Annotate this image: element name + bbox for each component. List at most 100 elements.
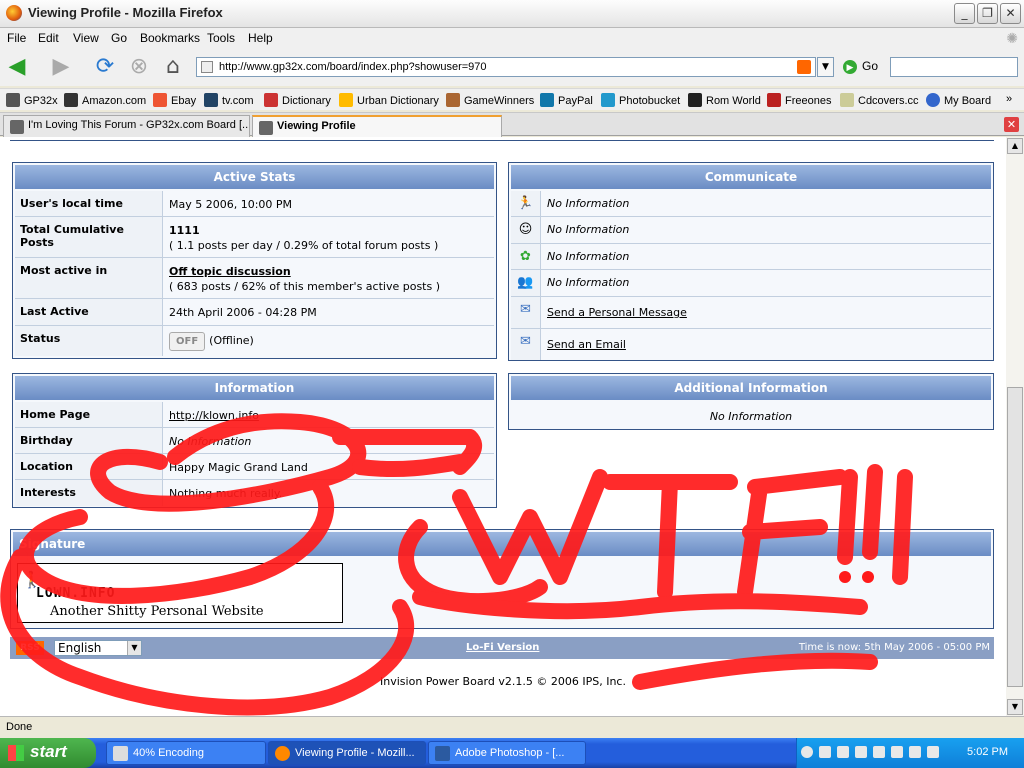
minimize-button[interactable]: _ xyxy=(954,3,975,24)
menu-edit[interactable]: Edit xyxy=(38,31,59,45)
bookmark-amazon[interactable]: Amazon.com xyxy=(64,93,146,107)
homepage-row: Home Page http://klown.info xyxy=(15,402,494,428)
bookmark-tvcom[interactable]: tv.com xyxy=(204,93,254,107)
bookmark-urban-dictionary[interactable]: Urban Dictionary xyxy=(339,93,439,107)
board-footer-bar: RSS English ▼ Lo-Fi Version Time is now: … xyxy=(10,637,994,659)
url-dropdown-button[interactable]: ▼ xyxy=(817,57,834,77)
time-now-text: Time is now: 5th May 2006 - 05:00 PM xyxy=(798,642,990,653)
bookmark-paypal[interactable]: PayPal xyxy=(540,93,593,107)
bookmarks-overflow-chevron-icon[interactable]: » xyxy=(1006,93,1012,105)
taskbar-photoshop[interactable]: Adobe Photoshop - [... xyxy=(428,741,586,765)
status-badge: OFF xyxy=(169,332,206,351)
location-row: Location Happy Magic Grand Land xyxy=(15,454,494,480)
additional-info-panel: Additional Information No Information xyxy=(508,373,994,430)
msn-icon: 👥 xyxy=(511,270,541,296)
tray-expand-icon[interactable] xyxy=(801,746,813,758)
language-select[interactable]: English ▼ xyxy=(54,640,142,656)
language-value: English xyxy=(58,641,102,655)
bookmark-cdcovers[interactable]: Cdcovers.cc xyxy=(840,93,919,107)
menu-file[interactable]: File xyxy=(7,31,26,45)
menu-go[interactable]: Go xyxy=(111,31,127,45)
status-label: Status xyxy=(15,326,163,356)
interests-label: Interests xyxy=(15,480,163,506)
page-content: Active Stats User's local time May 5 200… xyxy=(0,137,1006,716)
taskbar-firefox[interactable]: Viewing Profile - Mozill... xyxy=(268,741,426,765)
menu-bookmarks[interactable]: Bookmarks xyxy=(140,31,200,45)
tvcom-icon xyxy=(204,93,218,107)
aim-icon: 🏃 xyxy=(511,191,541,216)
send-email-link[interactable]: Send an Email xyxy=(547,338,626,351)
status-text: (Offline) xyxy=(209,334,254,347)
go-arrow-icon: ▶ xyxy=(843,60,857,74)
cdcovers-icon xyxy=(840,93,854,107)
close-tab-icon[interactable]: ✕ xyxy=(1004,117,1019,132)
freeones-icon xyxy=(767,93,781,107)
scroll-thumb[interactable] xyxy=(1007,387,1023,687)
birthday-value: No Information xyxy=(169,435,252,448)
back-icon[interactable]: ◀ xyxy=(4,55,30,79)
scroll-up-icon[interactable]: ▲ xyxy=(1007,138,1023,154)
msn-row: 👥 No Information xyxy=(511,270,991,297)
throbber-icon: ✺ xyxy=(1006,30,1018,46)
tray-volume-icon[interactable] xyxy=(837,746,849,758)
vertical-scrollbar[interactable]: ▲ ▼ xyxy=(1006,137,1024,716)
menu-help[interactable]: Help xyxy=(248,31,273,45)
icq-flower-icon: ✿ xyxy=(511,244,541,269)
local-time-value: May 5 2006, 10:00 PM xyxy=(169,198,293,211)
ebay-icon xyxy=(153,93,167,107)
close-button[interactable]: ✕ xyxy=(1000,3,1021,24)
bookmark-gp32x[interactable]: GP32x xyxy=(6,93,58,107)
homepage-link[interactable]: http://klown.info xyxy=(169,409,259,422)
search-input[interactable] xyxy=(890,57,1018,77)
most-active-row: Most active in Off topic discussion ( 683… xyxy=(15,258,494,299)
page-icon xyxy=(201,61,213,73)
bookmark-gamewinners[interactable]: GameWinners xyxy=(446,93,534,107)
status-row: Status OFF (Offline) xyxy=(15,326,494,356)
reload-icon[interactable]: ⟳ xyxy=(92,55,118,79)
scroll-down-icon[interactable]: ▼ xyxy=(1007,699,1023,715)
bookmark-my-board[interactable]: My Board xyxy=(926,93,991,107)
rss-badge[interactable]: RSS xyxy=(16,641,44,655)
most-active-forum-link[interactable]: Off topic discussion xyxy=(169,265,291,278)
bookmark-photobucket[interactable]: Photobucket xyxy=(601,93,680,107)
signature-header: Signature xyxy=(13,532,991,556)
rss-feed-icon[interactable] xyxy=(797,60,811,74)
tray-network-icon[interactable] xyxy=(819,746,831,758)
interests-row: Interests Nothing much really. xyxy=(15,480,494,506)
bookmark-rom-world[interactable]: Rom World xyxy=(688,93,761,107)
information-header: Information xyxy=(15,376,494,400)
go-button[interactable]: ▶ Go xyxy=(843,59,878,74)
tray-security-icon[interactable] xyxy=(891,746,903,758)
clock: 5:02 PM xyxy=(967,746,1008,758)
lofi-version-link[interactable]: Lo-Fi Version xyxy=(466,642,539,653)
taskbar-encoding[interactable]: 40% Encoding xyxy=(106,741,266,765)
home-icon[interactable]: ⌂ xyxy=(160,55,186,79)
photobucket-icon xyxy=(601,93,615,107)
stop-icon[interactable]: ⊗ xyxy=(126,55,152,79)
url-input[interactable] xyxy=(219,60,779,74)
tab-viewing-profile[interactable]: Viewing Profile xyxy=(252,115,502,137)
tray-monitor-icon[interactable] xyxy=(927,746,939,758)
tab-forum[interactable]: I'm Loving This Forum - GP32x.com Board … xyxy=(3,115,250,137)
bookmark-freeones[interactable]: Freeones xyxy=(767,93,831,107)
start-button[interactable]: start xyxy=(0,738,96,768)
status-bar: Done xyxy=(0,716,1024,738)
bookmark-ebay[interactable]: Ebay xyxy=(153,93,196,107)
menu-view[interactable]: View xyxy=(73,31,99,45)
bookmark-dictionary[interactable]: Dictionary xyxy=(264,93,331,107)
homepage-label: Home Page xyxy=(15,402,163,427)
menu-tools[interactable]: Tools xyxy=(207,31,235,45)
local-time-row: User's local time May 5 2006, 10:00 PM xyxy=(15,191,494,217)
tray-printer-icon[interactable] xyxy=(873,746,885,758)
tray-messenger-icon[interactable] xyxy=(909,746,921,758)
envelope-icon: ✉ xyxy=(511,297,541,328)
forward-icon[interactable]: ▶ xyxy=(48,55,74,79)
posts-row: Total Cumulative Posts 1111 ( 1.1 posts p… xyxy=(15,217,494,258)
envelope-icon: ✉ xyxy=(511,329,541,360)
tab-bar: I'm Loving This Forum - GP32x.com Board … xyxy=(0,112,1024,137)
information-panel: Information Home Page http://klown.info … xyxy=(12,373,497,508)
maximize-button[interactable]: ❐ xyxy=(977,3,998,24)
top-divider xyxy=(10,137,994,141)
tray-app-icon[interactable] xyxy=(855,746,867,758)
send-pm-link[interactable]: Send a Personal Message xyxy=(547,306,687,319)
